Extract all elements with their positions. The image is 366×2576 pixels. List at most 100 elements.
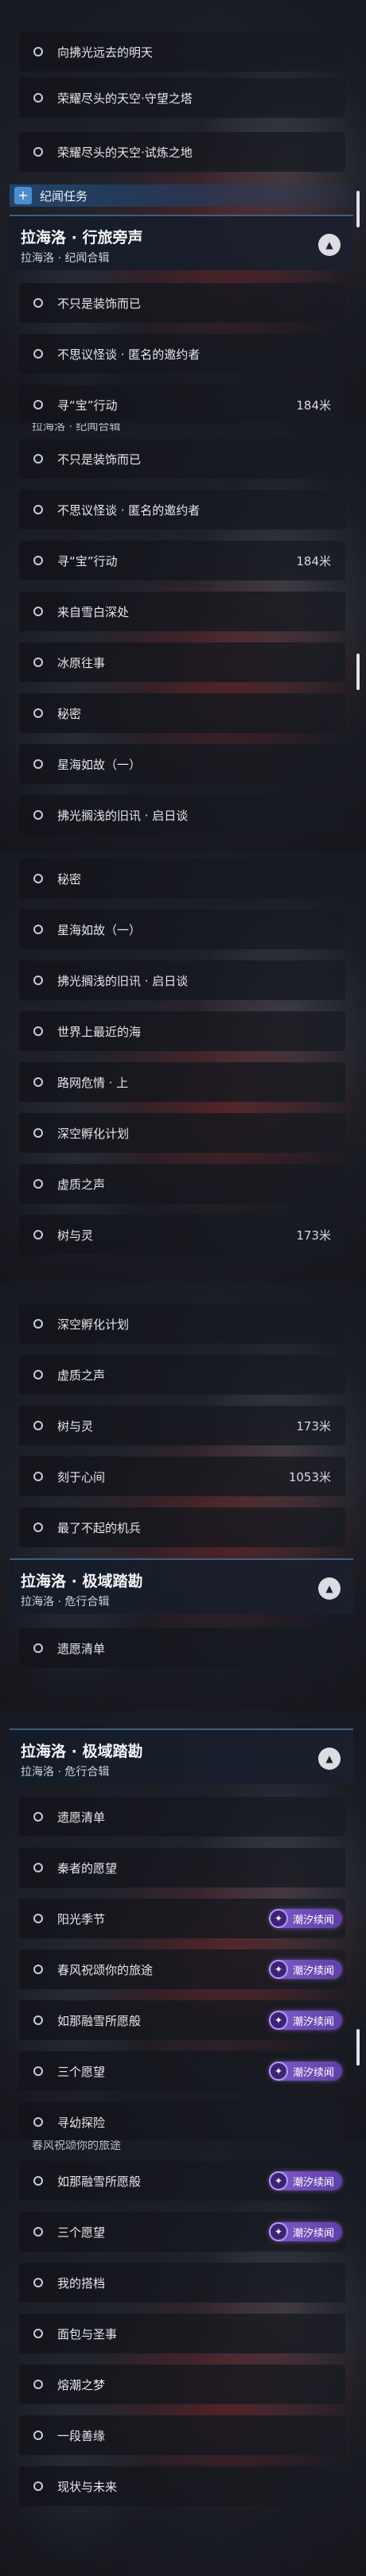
task-item[interactable]: 树与灵 173米 [19,1215,345,1255]
task-item[interactable]: 来自雪白深处 [19,592,345,631]
task-item[interactable]: 现状与未来 [19,2466,345,2506]
screenshot-panel-4: 深空孵化计划 虚质之声 树与灵 173米 刻于心间 1053米 最了不起的机兵 … [0,1282,366,1711]
task-label: 深空孵化计划 [57,1126,130,1141]
task-label: 春风祝颂你的旅途 [57,1962,154,1977]
task-status-icon [33,1421,43,1430]
task-item[interactable]: 遗愿清单 [19,1628,345,1668]
task-item[interactable]: 一段善缘 [19,2415,345,2455]
task-label: 阳光季节 [57,1911,106,1926]
task-item[interactable]: 树与灵 173米 [19,1406,345,1445]
task-item[interactable]: 荣耀尽头的天空·守望之塔 [19,78,345,118]
task-status-icon [33,708,43,718]
task-item[interactable]: 荣耀尽头的天空·试炼之地 [19,132,345,172]
scrollbar-thumb[interactable] [356,654,360,690]
task-item[interactable]: 我的搭档 [19,2263,345,2302]
group-header[interactable]: 拉海洛 · 极域踏勘 拉海洛 · 危行合辑 ▲ [10,1728,353,1784]
tide-story-badge: ✦ 潮汐续闻 [268,2062,342,2081]
task-item[interactable]: 向拂光远去的明天 [19,32,345,72]
task-item[interactable]: 三个愿望 ✦ 潮汐续闻 [19,2051,345,2091]
task-label: 如那融雪所愿般 [57,2174,142,2189]
task-item[interactable]: 星海如故（一） [19,744,345,784]
task-distance: 184米 [296,398,331,413]
task-item[interactable]: 三个愿望 ✦ 潮汐续闻 [19,2212,345,2252]
tide-story-badge: ✦ 潮汐续闻 [268,1909,342,1928]
task-status-icon [33,759,43,769]
task-item[interactable]: 世界上最近的海 [19,1011,345,1051]
task-label: 秘密 [57,871,82,886]
task-item[interactable]: 如那融雪所愿般 ✦ 潮汐续闻 [19,2161,345,2201]
task-status-icon [33,607,43,616]
task-item[interactable]: 如那融雪所愿般 ✦ 潮汐续闻 [19,2000,345,2040]
task-item[interactable]: 阳光季节 ✦ 潮汐续闻 [19,1899,345,1938]
badge-label: 潮汐续闻 [292,2176,334,2189]
task-item[interactable]: 拂光搁浅的旧讯 · 启日谈 [19,795,345,835]
category-header[interactable]: + 纪闻任务 [10,184,353,207]
task-status-icon [33,1077,43,1087]
task-label: 星海如故（一） [57,757,142,772]
task-item[interactable]: 最了不起的机兵 [19,1507,345,1547]
group-header[interactable]: 拉海洛 · 极域踏勘 拉海洛 · 危行合辑 ▲ [10,1558,353,1614]
task-item[interactable]: 深空孵化计划 [19,1304,345,1344]
scrollbar-thumb[interactable] [356,2029,360,2066]
task-item[interactable]: 熔潮之梦 [19,2365,345,2404]
task-item[interactable]: 冰原往事 [19,642,345,682]
task-status-icon [33,810,43,820]
task-item[interactable]: 秘密 [19,859,345,898]
task-item[interactable]: 春风祝颂你的旅途 ✦ 潮汐续闻 [19,1949,345,1989]
task-item[interactable]: 星海如故（一） [19,910,345,949]
task-status-icon [33,556,43,565]
task-item[interactable]: 拂光搁浅的旧讯 · 启日谈 [19,960,345,1000]
task-status-icon [33,47,43,56]
task-item[interactable]: 面包与圣事 [19,2314,345,2353]
tide-icon: ✦ [268,2011,288,2030]
task-label: 不思议怪谈 · 匿名的邀约者 [57,347,201,362]
task-label: 星海如故（一） [57,922,142,937]
task-item[interactable]: 秘密 [19,693,345,733]
task-status-icon [33,2329,43,2338]
tide-story-badge: ✦ 潮汐续闻 [268,2222,342,2241]
task-item[interactable]: 路网危情 · 上 [19,1062,345,1102]
task-item[interactable]: 虚质之声 [19,1355,345,1395]
group-title: 拉海洛 · 极域踏勘 [21,1743,143,1760]
task-label: 现状与未来 [57,2479,118,2494]
collapse-icon[interactable]: ▲ [318,1748,341,1770]
task-label: 深空孵化计划 [57,1317,130,1332]
group-header[interactable]: 拉海洛 · 行旅旁声 拉海洛 · 纪闻合辑 ▲ [10,215,353,270]
screenshot-panel-5: 拉海洛 · 极域踏勘 拉海洛 · 危行合辑 ▲ 遗愿清单 秦者的愿望 阳光季节 … [0,1711,366,2140]
plus-icon: + [14,187,32,204]
task-status-icon [33,1523,43,1532]
screenshot-panel-6: 春风祝颂你的旅途 如那融雪所愿般 ✦ 潮汐续闻 三个愿望 ✦ 潮汐续闻 我的搭档 面… [0,2140,366,2576]
task-item[interactable]: 秦者的愿望 [19,1848,345,1887]
tide-icon: ✦ [268,2171,288,2190]
tide-story-badge: ✦ 潮汐续闻 [268,2011,342,2030]
task-item[interactable]: 不思议怪谈 · 匿名的邀约者 [19,334,345,374]
task-label: 不思议怪谈 · 匿名的邀约者 [57,502,201,518]
task-item[interactable]: 深空孵化计划 [19,1113,345,1153]
task-item[interactable]: 遗愿清单 [19,1797,345,1837]
task-item[interactable]: 不只是装饰而已 [19,283,345,323]
task-label: 虚质之声 [57,1368,106,1383]
group-subtitle: 拉海洛 · 危行合辑 [21,1596,110,1608]
task-item[interactable]: 不思议怪谈 · 匿名的邀约者 [19,490,345,530]
collapse-icon[interactable]: ▲ [318,234,341,256]
task-label: 遗愿清单 [57,1641,106,1656]
scrollbar-thumb[interactable] [356,191,360,227]
collapse-icon[interactable]: ▲ [318,1577,341,1600]
task-item[interactable]: 寻幼探险 [19,2102,345,2140]
badge-label: 潮汐续闻 [292,1914,334,1926]
task-item[interactable]: 刻于心间 1053米 [19,1457,345,1496]
task-item[interactable]: 虚质之声 [19,1164,345,1204]
task-distance: 173米 [296,1418,331,1433]
task-item[interactable]: 不只是装饰而已 [19,439,345,479]
task-label: 荣耀尽头的天空·试炼之地 [57,145,193,160]
group-title: 拉海洛 · 行旅旁声 [21,229,143,246]
task-item[interactable]: 寻“宝”行动 184米 [19,541,345,580]
task-status-icon [33,1643,43,1653]
task-status-icon [33,298,43,308]
task-item[interactable]: 寻“宝”行动 184米 [19,385,345,423]
group-title: 拉海洛 · 极域踏勘 [21,1573,143,1590]
screenshot-panel-2: 拉海洛 · 纪闻合辑 不只是装饰而已 不思议怪谈 · 匿名的邀约者 寻“宝”行动… [0,423,366,852]
task-label: 冰原往事 [57,655,106,670]
task-label: 秦者的愿望 [57,1860,118,1876]
task-label: 一段善缘 [57,2428,106,2443]
